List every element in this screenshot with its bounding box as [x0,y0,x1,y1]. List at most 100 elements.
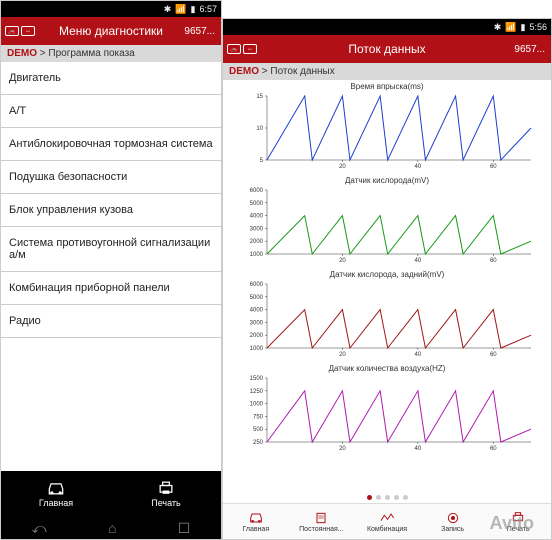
nav-label: Постоянная... [299,526,344,533]
menu-item[interactable]: Подушка безопасности [1,161,221,194]
menu-item[interactable]: Система противоугонной сигнализации а/м [1,227,221,272]
arrow-icon: ↔ [21,26,35,36]
nav-icon [445,511,461,525]
bottom-nav: Главная Постоянная... Комбинация Запись Печа… [223,503,551,539]
bottom-nav: Главная Печать [1,471,221,517]
svg-text:6000: 6000 [250,282,264,288]
svg-text:5: 5 [260,158,264,164]
chart-svg: 100020003000400050006000204060 [237,186,537,266]
svg-text:10: 10 [256,126,263,132]
android-softkeys: ⤺ ⌂ ☐ [1,517,221,539]
battery-icon: ▮ [521,22,526,33]
chart-title: Датчик количества воздуха(HZ) [223,364,551,373]
chart-block: Датчик кислорода(mV)10002000300040005000… [223,176,551,266]
chart-block: Датчик кислорода, задний(mV)100020003000… [223,270,551,360]
nav-item[interactable]: Печать [485,504,551,539]
chart-title: Время впрыска(ms) [223,82,551,91]
nav-item[interactable]: Комбинация [354,504,420,539]
car-icon: 🚗 [227,44,241,54]
header-title: Поток данных [348,42,425,56]
nav-item[interactable]: Главная [223,504,289,539]
page-dot[interactable] [394,495,399,500]
svg-text:20: 20 [339,446,346,452]
signal-icon: 📶 [175,4,186,15]
page-dot[interactable] [367,495,372,500]
chart-block: Время впрыска(ms)51015204060 [223,82,551,172]
svg-text:40: 40 [415,352,422,358]
nav-print[interactable]: Печать [111,471,221,517]
breadcrumb-demo: DEMO [7,48,37,59]
svg-text:3000: 3000 [250,226,264,232]
svg-text:40: 40 [415,258,422,264]
nav-icon [510,511,526,525]
svg-text:1500: 1500 [250,376,264,382]
app-header: 🚗 ↔ Меню диагностики 9657... [1,17,221,45]
svg-text:5000: 5000 [250,295,264,301]
svg-text:15: 15 [256,94,263,100]
menu-item[interactable]: Двигатель [1,62,221,95]
nav-item[interactable]: Запись [420,504,486,539]
svg-text:4000: 4000 [250,214,264,220]
chart-svg: 51015204060 [237,92,537,172]
svg-text:500: 500 [253,427,264,433]
recent-key[interactable]: ☐ [178,520,191,537]
breadcrumb-demo: DEMO [229,66,259,77]
breadcrumb-rest: > Программа показа [37,48,135,59]
menu-item[interactable]: Комбинация приборной панели [1,272,221,305]
header-title: Меню диагностики [59,24,163,38]
arrow-icon: ↔ [243,44,257,54]
svg-text:4000: 4000 [250,308,264,314]
chart-svg: 100020003000400050006000204060 [237,280,537,360]
menu-item[interactable]: Блок управления кузова [1,194,221,227]
nav-icon [379,511,395,525]
nav-item[interactable]: Постоянная... [289,504,355,539]
header-icons: 🚗 ↔ [5,26,35,36]
svg-text:1250: 1250 [250,389,264,395]
header-right: 9657... [184,26,215,37]
page-dot[interactable] [376,495,381,500]
svg-text:60: 60 [490,446,497,452]
nav-label: Комбинация [367,526,407,533]
svg-text:2000: 2000 [250,239,264,245]
chart-block: Датчик количества воздуха(HZ)25050075010… [223,364,551,454]
chart-svg: 250500750100012501500204060 [237,374,537,454]
svg-text:40: 40 [415,446,422,452]
battery-icon: ▮ [191,4,196,15]
chart-title: Датчик кислорода(mV) [223,176,551,185]
back-key[interactable]: ⤺ [32,520,47,537]
menu-list[interactable]: ДвигательА/ТАнтиблокировочная тормозная … [1,62,221,471]
nav-icon [313,511,329,525]
page-dot[interactable] [403,495,408,500]
signal-icon: 📶 [505,22,516,33]
svg-text:2000: 2000 [250,333,264,339]
svg-text:60: 60 [490,352,497,358]
left-screen: ✱ 📶 ▮ 6:57 🚗 ↔ Меню диагностики 9657... … [0,0,222,540]
printer-icon [156,480,176,496]
svg-text:3000: 3000 [250,320,264,326]
nav-home[interactable]: Главная [1,471,111,517]
home-key[interactable]: ⌂ [108,520,116,536]
svg-text:60: 60 [490,258,497,264]
svg-text:20: 20 [339,352,346,358]
nav-label: Печать [507,526,530,533]
svg-text:750: 750 [253,414,264,420]
status-time: 6:57 [199,4,217,14]
svg-text:5000: 5000 [250,201,264,207]
page-dot[interactable] [385,495,390,500]
menu-item[interactable]: Антиблокировочная тормозная система [1,128,221,161]
nav-label: Запись [441,526,464,533]
chart-title: Датчик кислорода, задний(mV) [223,270,551,279]
nav-label: Главная [242,526,269,533]
status-time: 5:56 [529,22,547,32]
menu-item[interactable]: Радио [1,305,221,338]
nav-home-label: Главная [39,498,73,508]
menu-item[interactable]: А/Т [1,95,221,128]
svg-text:60: 60 [490,164,497,170]
status-bar: ✱ 📶 ▮ 6:57 [1,1,221,17]
app-header: 🚗 ↔ Поток данных 9657... [223,35,551,63]
charts-area[interactable]: Время впрыска(ms) 5 10 15 20 40 60 Датчик кисло… [223,80,551,491]
svg-text:6000: 6000 [250,188,264,194]
status-bar: ✱ 📶 ▮ 5:56 [223,19,551,35]
car-icon [46,480,66,496]
svg-text:250: 250 [253,440,264,446]
